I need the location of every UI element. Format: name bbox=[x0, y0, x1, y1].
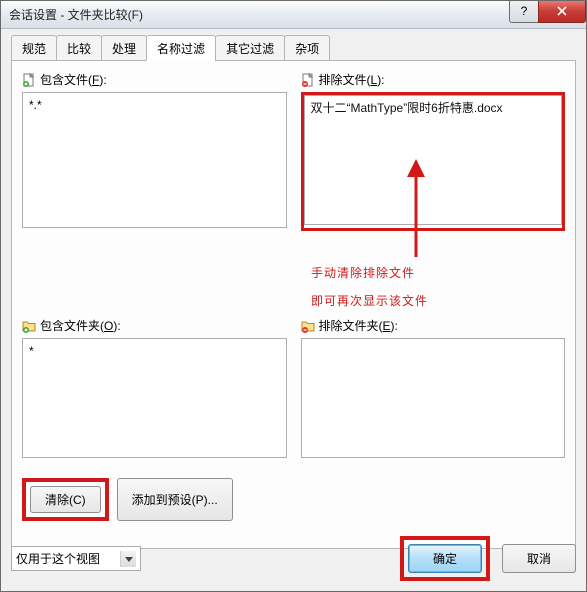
add-preset-button[interactable]: 添加到预设(P)... bbox=[117, 478, 233, 521]
panel-include-files: 包含文件(F): bbox=[22, 71, 287, 231]
tab-body: 包含文件(F): 排除文件(L): bbox=[11, 61, 576, 549]
highlight-clear: 清除(C) bbox=[22, 478, 109, 521]
scope-combo[interactable]: 仅用于这个视图 bbox=[11, 546, 141, 571]
highlight-ok: 确定 bbox=[400, 536, 490, 581]
button-label: 确定 bbox=[433, 552, 457, 566]
window-buttons: ? bbox=[510, 1, 586, 23]
titlebar: 会话设置 - 文件夹比较(F) ? bbox=[1, 1, 586, 29]
window-title: 会话设置 - 文件夹比较(F) bbox=[9, 6, 510, 23]
tab-label: 其它过滤 bbox=[226, 42, 274, 56]
tab-bijiao[interactable]: 比较 bbox=[56, 35, 102, 61]
include-files-input[interactable] bbox=[22, 92, 287, 228]
annotation-line: 即可再次显示该文件 bbox=[311, 287, 428, 315]
help-button[interactable]: ? bbox=[509, 1, 539, 23]
clear-button[interactable]: 清除(C) bbox=[30, 486, 101, 513]
tab-strip: 规范 比较 处理 名称过滤 其它过滤 杂项 bbox=[11, 37, 576, 61]
tab-other-filter[interactable]: 其它过滤 bbox=[215, 35, 285, 61]
button-label: 取消 bbox=[527, 552, 551, 566]
dialog-content: 规范 比较 处理 名称过滤 其它过滤 杂项 包含文件(F): bbox=[1, 29, 586, 591]
tab-label: 比较 bbox=[67, 42, 91, 56]
cancel-button[interactable]: 取消 bbox=[502, 544, 576, 573]
annotation-line: 手动清除排除文件 bbox=[311, 259, 428, 287]
tab-guifan[interactable]: 规范 bbox=[11, 35, 57, 61]
tab-chuli[interactable]: 处理 bbox=[101, 35, 147, 61]
bottom-bar: 仅用于这个视图 确定 取消 bbox=[11, 536, 576, 581]
label-exclude-files: 排除文件(L): bbox=[301, 71, 566, 88]
file-plus-icon bbox=[22, 73, 36, 87]
tab-misc[interactable]: 杂项 bbox=[284, 35, 330, 61]
include-folders-input[interactable] bbox=[22, 338, 287, 458]
panel-include-folders: 包含文件夹(O): bbox=[22, 317, 287, 458]
file-minus-icon bbox=[301, 73, 315, 87]
button-label: 添加到预设(P)... bbox=[132, 493, 218, 507]
panel-exclude-folders: 排除文件夹(E): bbox=[301, 317, 566, 458]
label-include-folders: 包含文件夹(O): bbox=[22, 317, 287, 334]
combo-value: 仅用于这个视图 bbox=[16, 550, 100, 567]
chevron-down-icon bbox=[120, 551, 136, 567]
tab-label: 名称过滤 bbox=[157, 42, 205, 56]
tab-label: 规范 bbox=[22, 42, 46, 56]
folder-plus-icon bbox=[22, 319, 36, 333]
label-include-files: 包含文件(F): bbox=[22, 71, 287, 88]
close-icon bbox=[557, 6, 567, 16]
row-folders: 包含文件夹(O): 排除文件夹(E): bbox=[22, 317, 565, 458]
tab-label: 杂项 bbox=[295, 42, 319, 56]
help-icon: ? bbox=[521, 4, 528, 18]
label-exclude-folders: 排除文件夹(E): bbox=[301, 317, 566, 334]
tab-name-filter[interactable]: 名称过滤 bbox=[146, 35, 216, 61]
annotation-text: 手动清除排除文件 即可再次显示该文件 bbox=[311, 259, 428, 315]
folder-minus-icon bbox=[301, 319, 315, 333]
ok-button[interactable]: 确定 bbox=[408, 544, 482, 573]
dialog-window: 会话设置 - 文件夹比较(F) ? 规范 比较 处理 名称过滤 其它过滤 杂项 bbox=[0, 0, 587, 592]
button-row: 清除(C) 添加到预设(P)... bbox=[22, 478, 565, 521]
exclude-folders-input[interactable] bbox=[301, 338, 566, 458]
row-files: 包含文件(F): 排除文件(L): bbox=[22, 71, 565, 231]
button-label: 清除(C) bbox=[45, 493, 86, 507]
annotation-arrow bbox=[399, 159, 433, 259]
close-button[interactable] bbox=[538, 1, 586, 23]
tab-label: 处理 bbox=[112, 42, 136, 56]
